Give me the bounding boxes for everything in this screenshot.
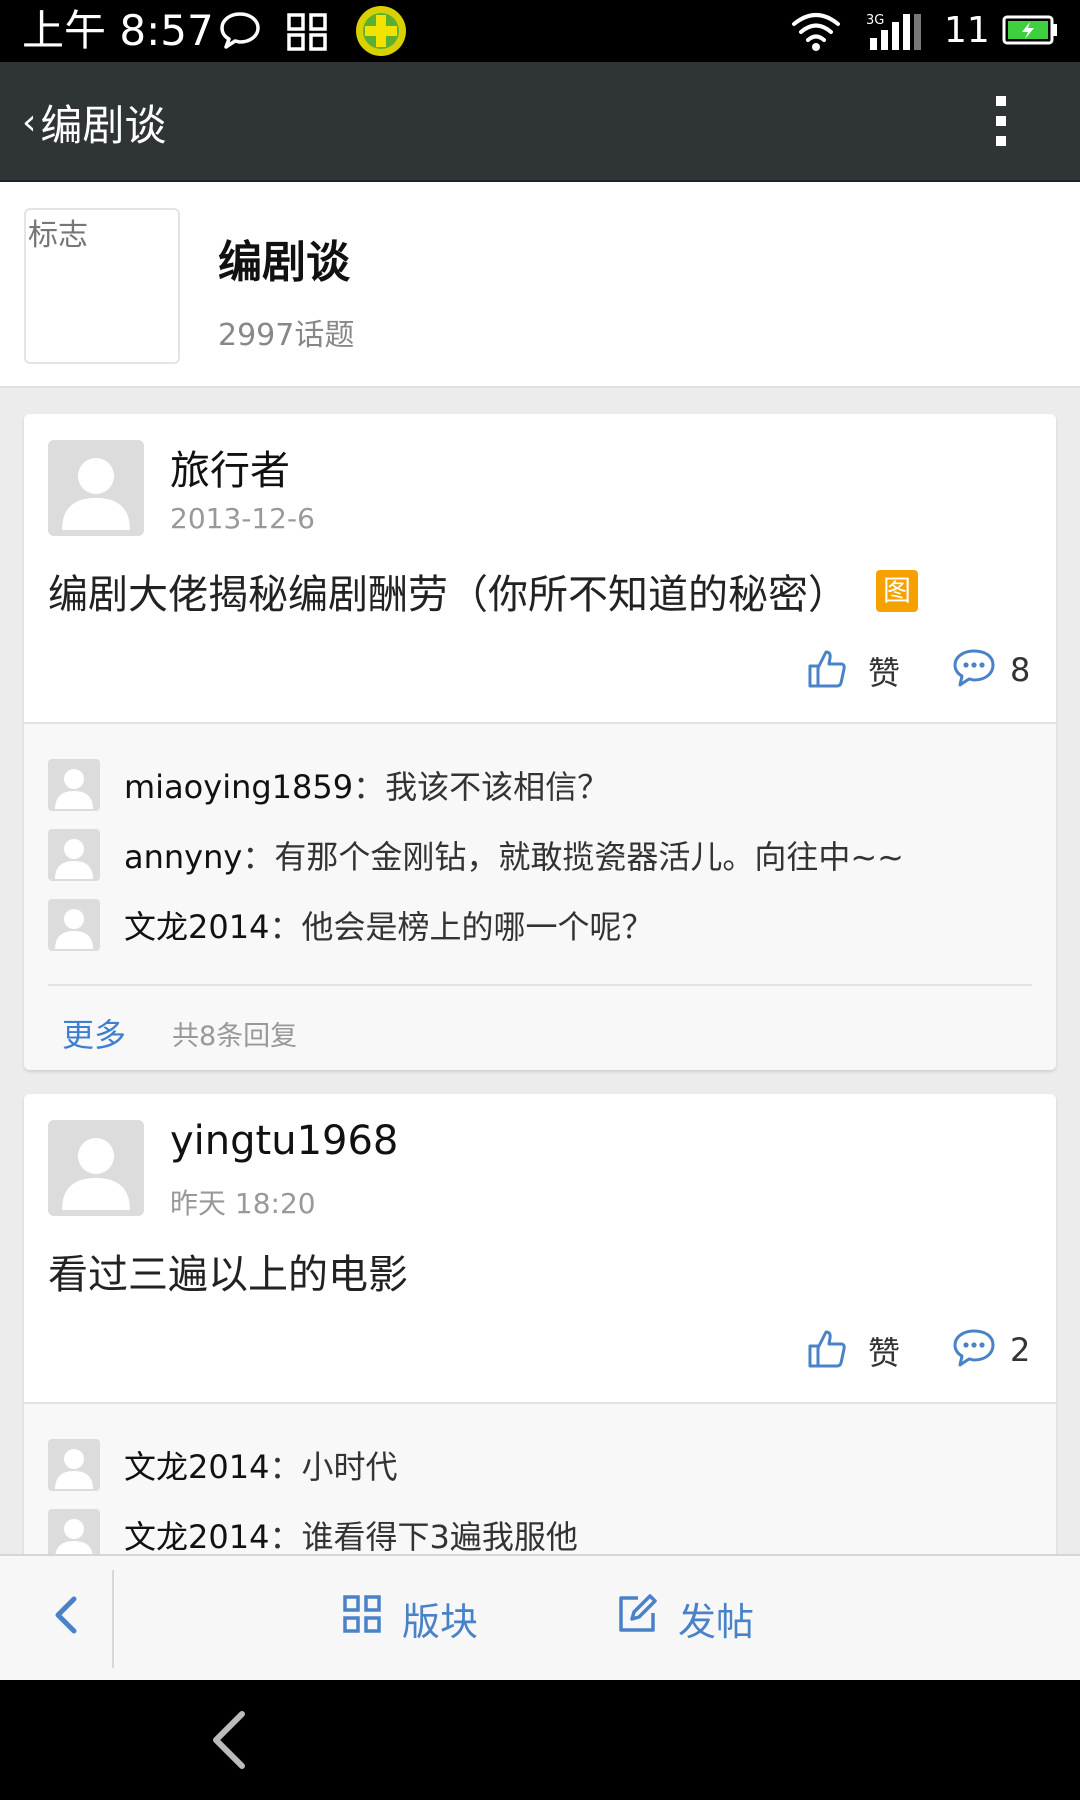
overflow-menu-icon[interactable] [990,96,1012,152]
post-title[interactable]: 看过三遍以上的电影 [48,1242,408,1300]
reply-user: 文龙2014 [124,1518,270,1554]
reply-item[interactable]: annyny：有那个金刚钻，就敢揽瓷器活儿。向往中~~ [24,820,1056,890]
new-post-button[interactable]: 发帖 [616,1586,754,1650]
post-main[interactable]: yingtu1968 昨天 18:20 看过三遍以上的电影 赞 2 [24,1094,1056,1404]
system-nav-bar [0,1680,1080,1800]
system-back-icon[interactable] [200,1708,260,1776]
post-main[interactable]: 旅行者 2013-12-6 编剧大佬揭秘编剧酬劳（你所不知道的秘密） 图 赞 8 [24,414,1056,724]
avatar[interactable] [48,1120,144,1216]
forum-name: 编剧谈 [218,237,350,288]
thumbs-up-icon [806,1328,848,1374]
avatar[interactable] [48,440,144,536]
more-replies-link[interactable]: 更多 [62,1010,126,1056]
post-date: 昨天 18:20 [170,1187,316,1220]
topic-count: 2997话题 [218,318,355,353]
title-bar: ‹ 编剧谈 [0,62,1080,182]
reply-separator: ： [242,838,275,876]
post-label: 发帖 [678,1599,755,1644]
signal-icon: 3G [866,12,926,56]
comment-icon [952,648,996,692]
post-date: 2013-12-6 [170,502,315,535]
divider [112,1570,114,1668]
bottom-toolbar: 版块 发帖 [0,1554,1080,1680]
reply-list: 文龙2014：小时代 文龙2014：谁看得下3遍我服他 [24,1404,1056,1554]
battery-level: 11 [944,10,990,51]
reply-list: miaoying1859：我该不该相信？ annyny：有那个金刚钻，就敢揽瓷器… [24,724,1056,1070]
reply-user: miaoying1859 [124,768,354,806]
svg-text:3G: 3G [866,13,884,28]
avatar [48,899,100,951]
reply-text: annyny：有那个金刚钻，就敢揽瓷器活儿。向往中~~ [124,832,904,878]
post-list[interactable]: 旅行者 2013-12-6 编剧大佬揭秘编剧酬劳（你所不知道的秘密） 图 赞 8 [0,388,1080,1554]
comment-button[interactable]: 8 [952,648,1030,692]
reply-content: 我该不该相信？ [385,768,610,806]
post-card[interactable]: yingtu1968 昨天 18:20 看过三遍以上的电影 赞 2 文龙2014… [24,1094,1056,1554]
replies-footer: 更多 共8条回复 [24,986,1056,1070]
edit-icon [616,1593,658,1644]
comment-icon [952,1328,996,1372]
comment-button[interactable]: 2 [952,1328,1030,1372]
reply-user: annyny [124,838,243,876]
post-title-text: 编剧大佬揭秘编剧酬劳（你所不知道的秘密） [48,572,848,618]
reply-content: 他会是榜上的哪一个呢？ [301,908,654,946]
reply-text: 文龙2014：小时代 [124,1442,397,1488]
status-time: 上午 8:57 [22,6,214,55]
section-label: 版块 [402,1599,479,1644]
reply-total: 共8条回复 [172,1021,298,1052]
back-button[interactable]: ‹ 编剧谈 [22,90,166,154]
reply-content: 谁看得下3遍我服他 [301,1518,578,1554]
reply-item[interactable]: 文龙2014：小时代 [24,1430,1056,1500]
reply-separator: ： [269,1518,302,1554]
post-title[interactable]: 编剧大佬揭秘编剧酬劳（你所不知道的秘密） 图 [48,562,918,620]
post-author[interactable]: yingtu1968 [170,1118,398,1164]
comment-count: 8 [1010,651,1031,689]
reply-user: 文龙2014 [124,908,270,946]
like-label: 赞 [868,1334,901,1372]
wifi-icon [790,12,842,56]
reply-content: 有那个金刚钻，就敢揽瓷器活儿。向往中~~ [274,838,904,876]
reply-content: 小时代 [301,1448,398,1486]
chat-bubble-icon [218,10,262,54]
avatar [48,1439,100,1491]
reply-item[interactable]: 文龙2014：他会是榜上的哪一个呢？ [24,890,1056,960]
section-button[interactable]: 版块 [342,1586,478,1650]
status-bar: 上午 8:57 3G 11 [0,0,1080,62]
comment-count: 2 [1010,1331,1031,1369]
chevron-left-icon [50,1593,80,1641]
chevron-left-icon: ‹ [22,101,37,143]
like-label: 赞 [868,654,901,692]
reply-separator: ： [269,908,302,946]
reply-text: 文龙2014：谁看得下3遍我服他 [124,1512,578,1554]
grid-icon [342,1594,382,1643]
page-title: 编剧谈 [40,100,167,150]
avatar [48,1509,100,1554]
forum-logo-alt: 标志 [28,218,88,253]
reply-text: 文龙2014：他会是榜上的哪一个呢？ [124,902,653,948]
grid-icon [286,12,328,56]
reply-item[interactable]: 文龙2014：谁看得下3遍我服他 [24,1500,1056,1554]
reply-separator: ： [269,1448,302,1486]
like-button[interactable]: 赞 [806,1328,900,1374]
reply-item[interactable]: miaoying1859：我该不该相信？ [24,750,1056,820]
reply-text: miaoying1859：我该不该相信？ [124,762,609,808]
avatar [48,829,100,881]
like-button[interactable]: 赞 [806,648,900,694]
forum-header: 标志 编剧谈 2997话题 [0,182,1080,388]
post-author[interactable]: 旅行者 [170,438,290,496]
reply-user: 文龙2014 [124,1448,270,1486]
thumbs-up-icon [806,648,848,694]
forum-logo: 标志 [24,208,180,364]
avatar [48,759,100,811]
post-title-text: 看过三遍以上的电影 [48,1252,408,1298]
toolbar-back-button[interactable] [30,1582,100,1652]
reply-separator: ： [353,768,386,806]
post-card[interactable]: 旅行者 2013-12-6 编剧大佬揭秘编剧酬劳（你所不知道的秘密） 图 赞 8 [24,414,1056,1070]
image-badge: 图 [876,570,918,612]
360-security-icon [354,4,408,62]
battery-icon [1002,14,1058,50]
